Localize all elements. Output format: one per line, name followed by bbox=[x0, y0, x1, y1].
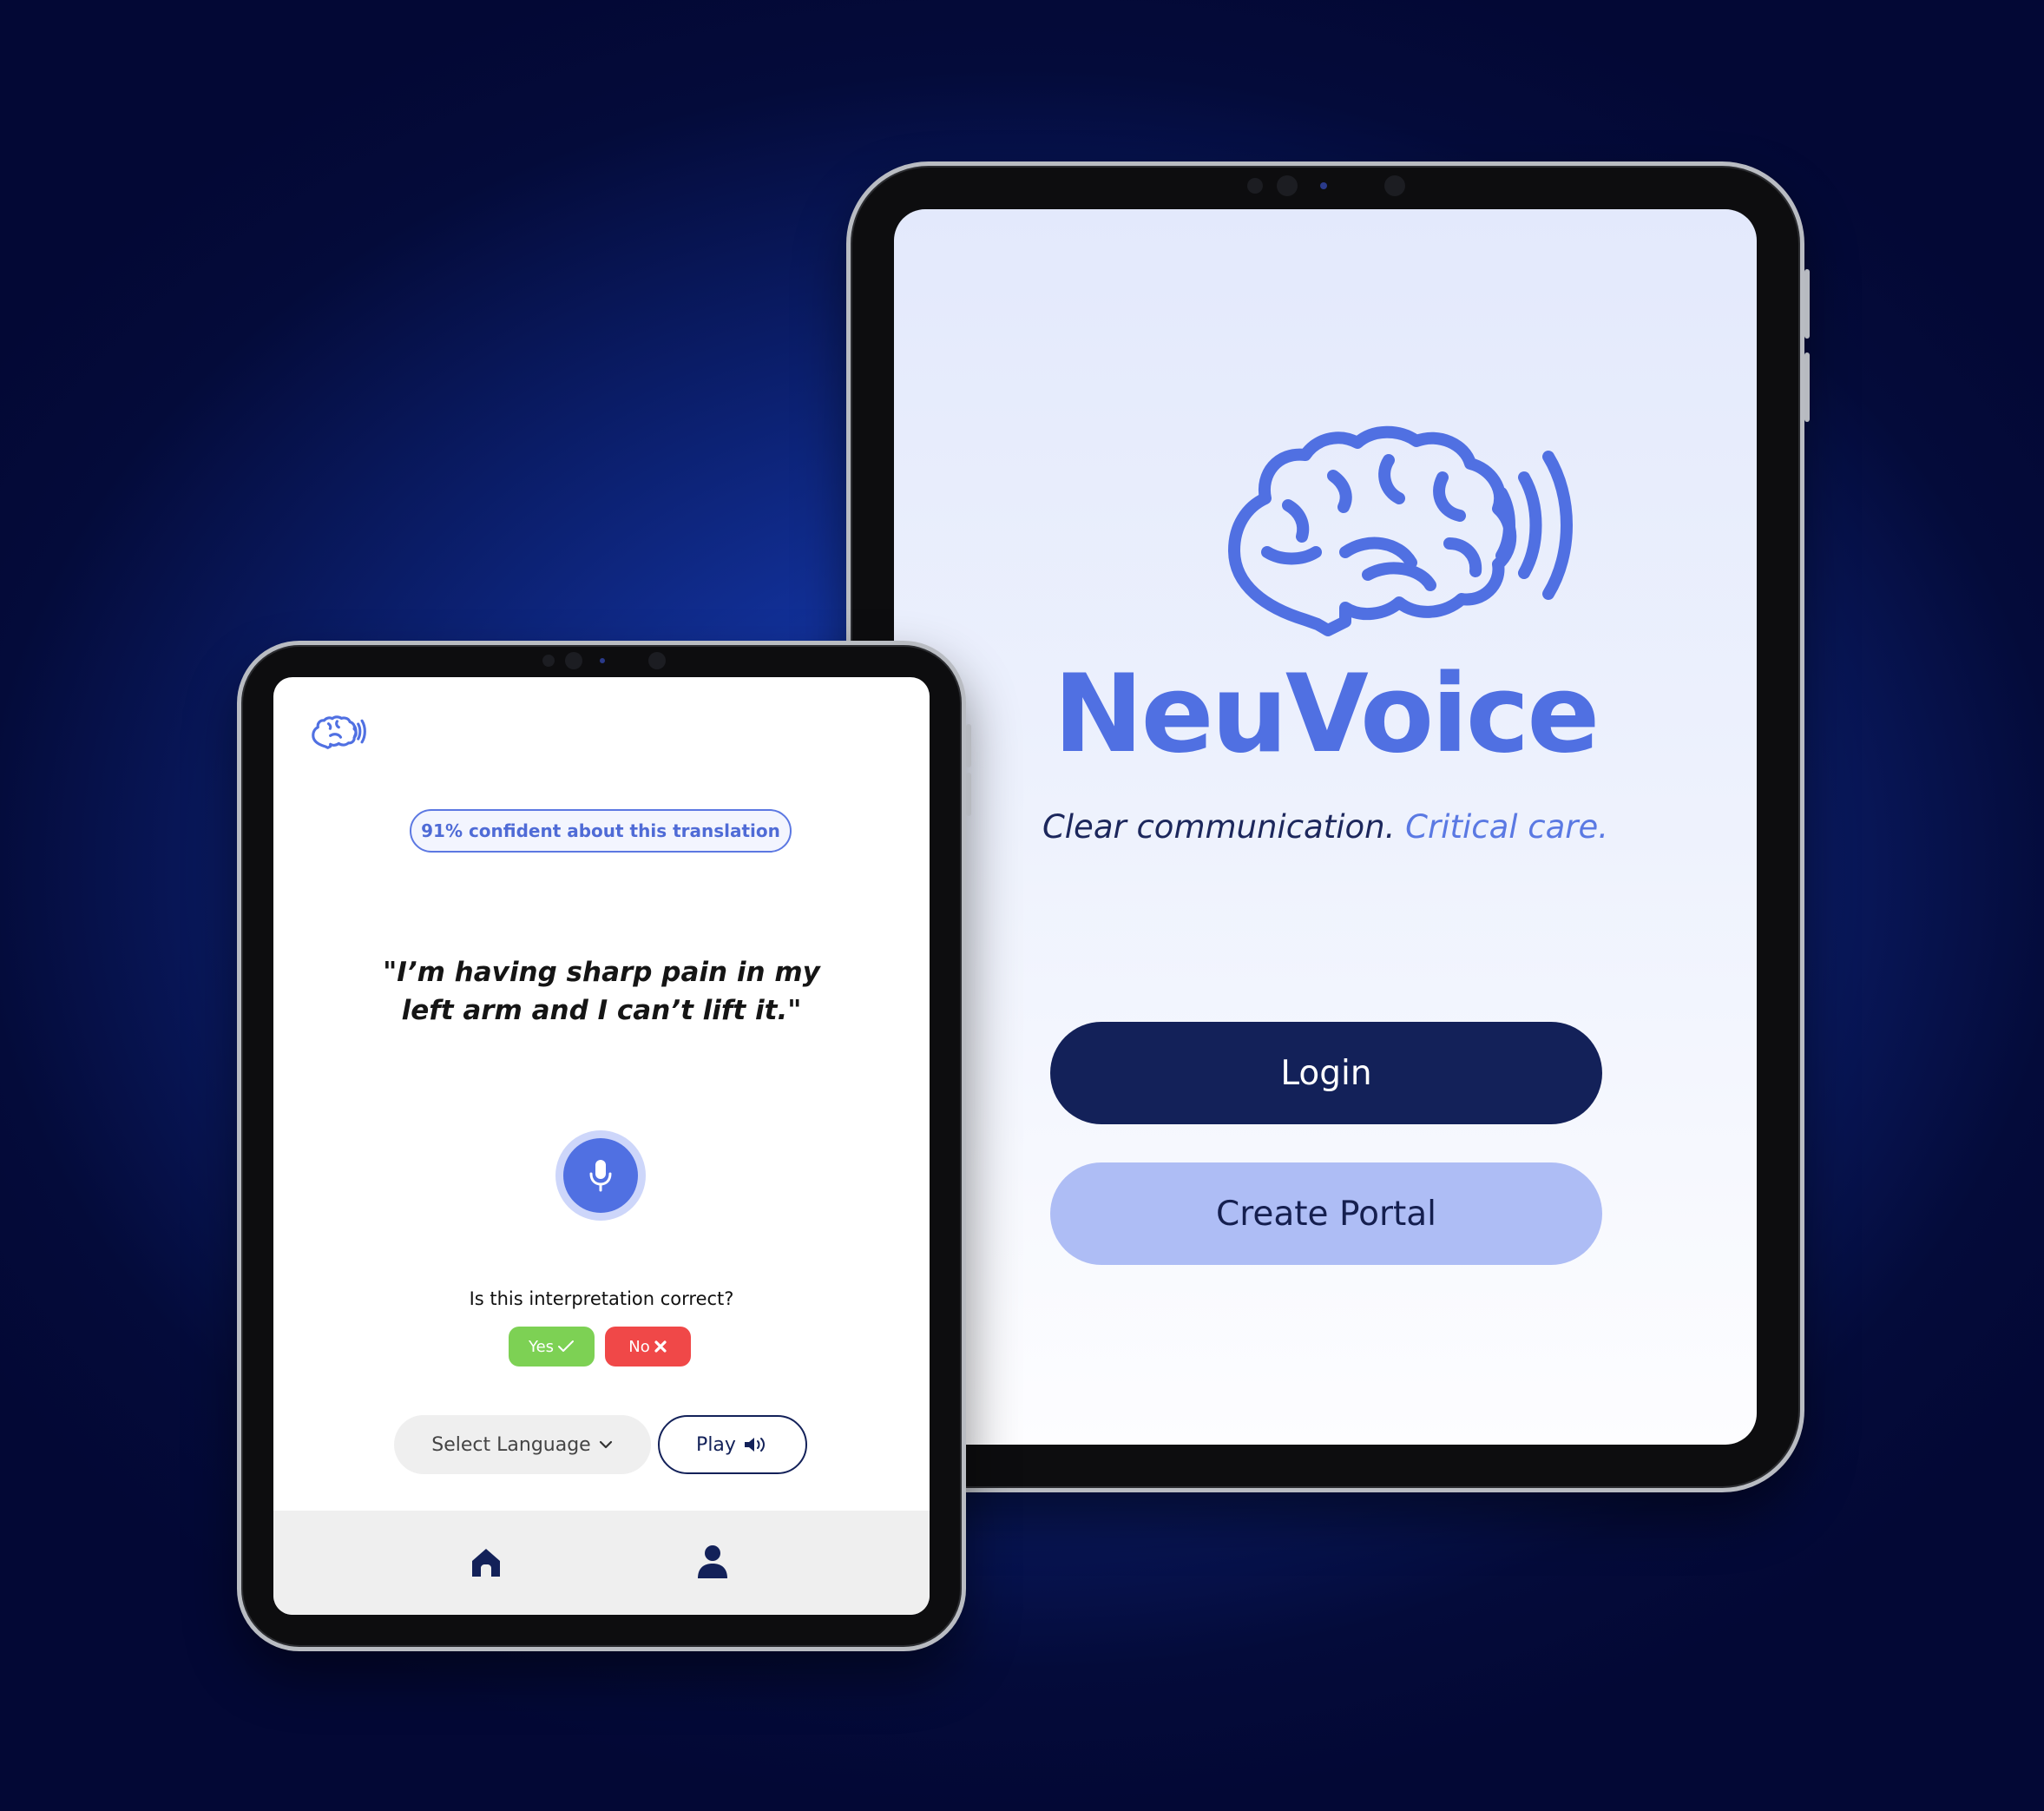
no-label: No bbox=[628, 1337, 650, 1356]
brain-voice-logo-icon bbox=[312, 715, 366, 749]
interpretation-question: Is this interpretation correct? bbox=[469, 1288, 734, 1309]
language-select-label: Select Language bbox=[431, 1433, 591, 1456]
play-label: Play bbox=[696, 1433, 736, 1456]
create-portal-button[interactable]: Create Portal bbox=[1050, 1162, 1602, 1265]
side-button bbox=[966, 724, 971, 767]
sensor-icon bbox=[1320, 182, 1327, 189]
chevron-down-icon bbox=[599, 1440, 612, 1449]
user-icon[interactable] bbox=[695, 1544, 730, 1580]
camera-icon bbox=[648, 652, 666, 669]
language-select[interactable]: Select Language bbox=[394, 1415, 651, 1474]
camera-icon bbox=[1384, 175, 1405, 196]
camera-icon bbox=[1277, 175, 1298, 196]
translation-screen: 91% confident about this translation "I’… bbox=[273, 677, 930, 1615]
tablet-large: NeuVoice Clear communication. Critical c… bbox=[846, 161, 1810, 1492]
microphone-icon bbox=[589, 1160, 612, 1192]
confidence-badge: 91% confident about this translation bbox=[410, 809, 792, 853]
translated-quote: "I’m having sharp pain in my left arm an… bbox=[383, 957, 820, 1026]
app-title: NeuVoice bbox=[1053, 652, 1600, 777]
close-icon bbox=[654, 1340, 667, 1353]
check-icon bbox=[558, 1340, 575, 1352]
microphone-ring bbox=[555, 1130, 646, 1221]
side-button bbox=[966, 773, 971, 816]
sensor-icon bbox=[600, 658, 605, 663]
side-button bbox=[1804, 352, 1810, 422]
tablet-small: 91% confident about this translation "I’… bbox=[237, 641, 971, 1651]
side-button bbox=[1804, 269, 1810, 339]
play-button[interactable]: Play bbox=[658, 1415, 807, 1474]
bottom-nav bbox=[273, 1511, 930, 1615]
camera-icon bbox=[542, 655, 555, 667]
speaker-icon bbox=[744, 1438, 765, 1452]
microphone-button[interactable] bbox=[563, 1138, 638, 1213]
home-icon[interactable] bbox=[469, 1545, 503, 1580]
tagline-part-2: Critical care. bbox=[1405, 808, 1609, 846]
login-button[interactable]: Login bbox=[1050, 1022, 1602, 1124]
no-button[interactable]: No bbox=[605, 1327, 691, 1366]
tagline: Clear communication. Critical care. bbox=[894, 808, 1757, 846]
yes-label: Yes bbox=[528, 1337, 555, 1356]
tagline-part-1: Clear communication. bbox=[1042, 808, 1396, 846]
yes-button[interactable]: Yes bbox=[509, 1327, 595, 1366]
camera-icon bbox=[565, 652, 582, 669]
camera-icon bbox=[1247, 178, 1263, 194]
brain-voice-logo-icon bbox=[1228, 425, 1573, 636]
welcome-screen: NeuVoice Clear communication. Critical c… bbox=[894, 209, 1757, 1445]
